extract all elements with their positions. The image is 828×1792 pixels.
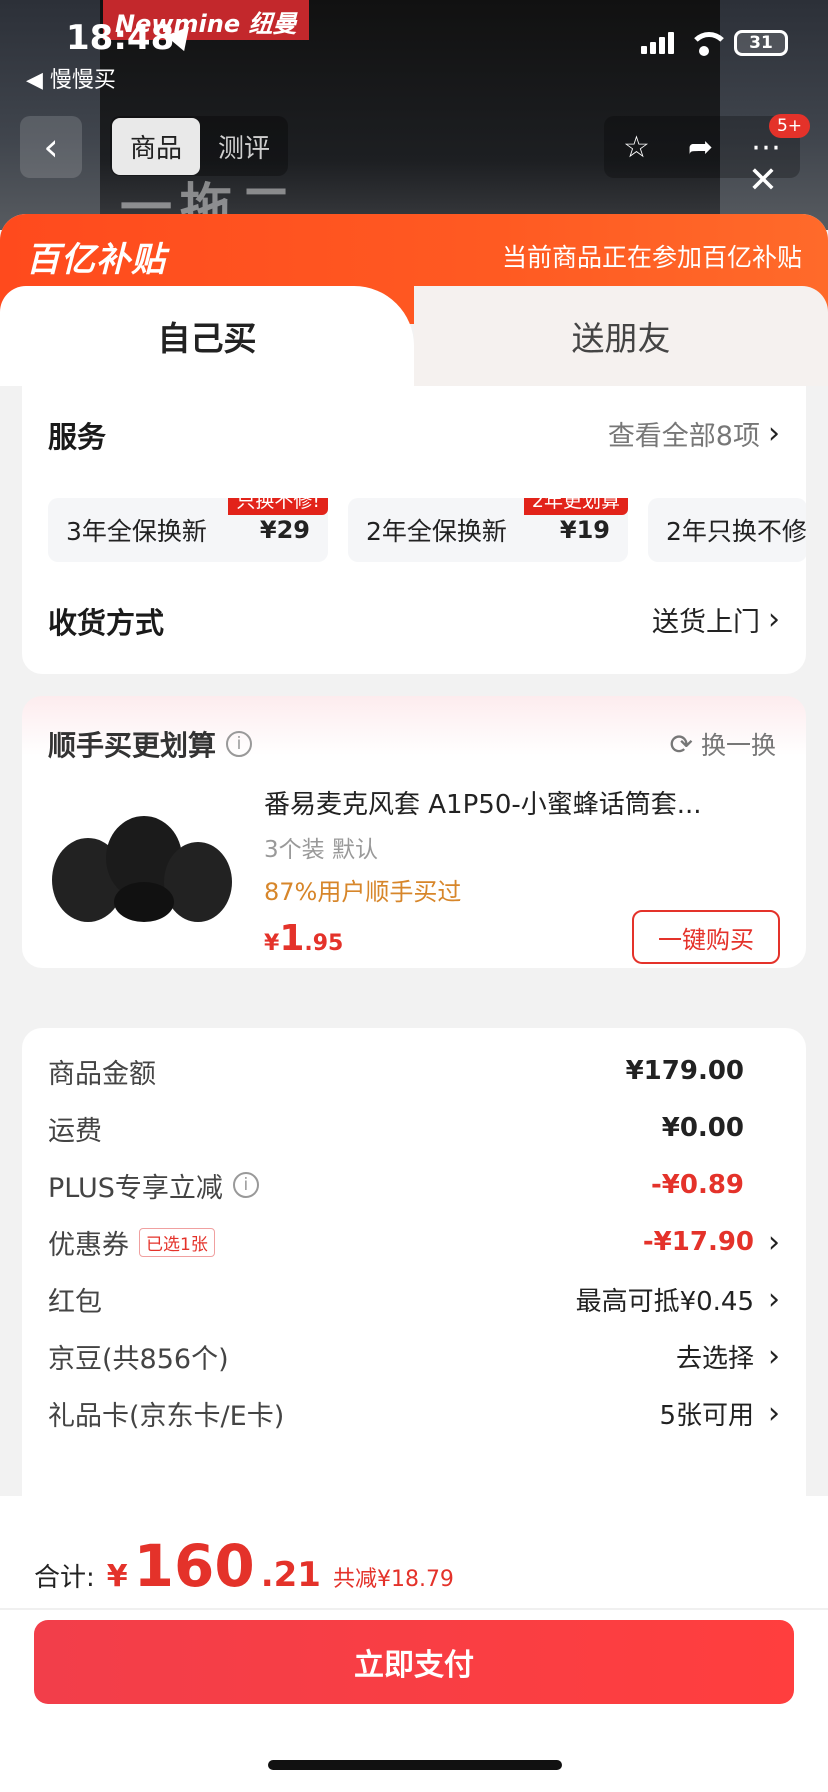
chevron-right-icon: › (768, 1281, 780, 1317)
order-total: 合计: ¥160.21 共减¥18.79 (34, 1532, 454, 1600)
cost-label: 京豆(共856个) (48, 1343, 229, 1375)
product-spec: 3个装 默认 (264, 837, 378, 863)
recommend-card: 顺手买更划算 i ⟳ 换一换 番易麦克风套 A1P50-小蜜蜂话筒套... 3个… (22, 696, 806, 968)
service-option[interactable]: 2年全保换新 ¥19 2年更划算 (348, 498, 628, 562)
cost-value: 5张可用 › (659, 1395, 780, 1431)
service-price: ¥19 (559, 516, 610, 544)
delivery-method-selector[interactable]: 送货上门 › (652, 600, 780, 639)
total-saving: 共减¥18.79 (332, 1567, 454, 1592)
cost-row-redpacket[interactable]: 红包 最高可抵¥0.45 › (48, 1276, 780, 1322)
tab-gift-friend[interactable]: 送朋友 (414, 286, 828, 386)
info-icon[interactable]: i (226, 731, 253, 757)
service-card: 服务 查看全部8项 › 3年全保换新 ¥29 只换不修! 2年全保换新 ¥19 … (22, 386, 806, 674)
product-name[interactable]: 番易麦克风套 A1P50-小蜜蜂话筒套... (264, 784, 784, 821)
price-currency: ¥ (264, 931, 280, 956)
social-proof: 87%用户顺手买过 (264, 878, 462, 906)
total-integer: 160 (133, 1532, 255, 1600)
wifi-icon (688, 32, 730, 56)
message-count-badge: 5+ (768, 114, 810, 138)
chevron-right-icon: › (768, 602, 780, 637)
divider (0, 1608, 828, 1610)
cost-row-coupon[interactable]: 优惠券 已选1张 -¥17.90 › (48, 1219, 780, 1265)
cost-value: -¥0.89 (650, 1170, 744, 1200)
service-name: 2年只换不修 (666, 517, 806, 546)
recommend-title: 顺手买更划算 i (48, 724, 253, 764)
mic-foam-image (52, 816, 232, 922)
back-to-app-link[interactable]: ◀ 慢慢买 (26, 62, 116, 94)
battery-icon: 31 (734, 30, 788, 56)
cost-row-giftcard[interactable]: 礼品卡(京东卡/E卡) 5张可用 › (48, 1390, 780, 1436)
cost-label: 优惠券 已选1张 (48, 1223, 215, 1262)
total-decimal: .21 (260, 1555, 321, 1595)
one-click-buy-button[interactable]: 一键购买 (632, 910, 780, 964)
total-label: 合计: (34, 1563, 95, 1593)
cost-row-plus: PLUS专享立减 i -¥0.89 (48, 1162, 780, 1208)
coupon-selected-badge: 已选1张 (139, 1227, 215, 1257)
chevron-left-icon: ‹ (43, 125, 59, 169)
cost-value: ¥0.00 (661, 1113, 744, 1143)
product-price: ¥1.95 (264, 918, 343, 959)
cost-row-goods: 商品金额 ¥179.00 (48, 1048, 780, 1094)
chevron-right-icon: › (768, 1395, 780, 1431)
cost-label: 红包 (48, 1286, 102, 1318)
cost-value: 最高可抵¥0.45 › (575, 1281, 780, 1317)
recommend-title-text: 顺手买更划算 (48, 729, 217, 762)
product-thumbnail[interactable] (48, 782, 236, 950)
service-tag: 只换不修! (228, 498, 328, 515)
back-button[interactable]: ‹ (20, 116, 82, 178)
product-header-backdrop: Newmine 纽曼 18:48 31 ◀ 慢慢买 ‹ 商品 测评 ☆ ➦ ⋯ … (0, 0, 828, 230)
view-all-services-link[interactable]: 查看全部8项 › (608, 414, 780, 453)
view-all-label: 查看全部8项 (607, 421, 760, 452)
service-title: 服务 (48, 420, 107, 454)
cost-summary-card: 商品金额 ¥179.00 运费 ¥0.00 PLUS专享立减 i -¥0.89 … (22, 1028, 806, 1528)
status-time: 18:48 (66, 18, 175, 58)
cost-value: -¥17.90 › (642, 1224, 780, 1260)
cost-row-jingdou[interactable]: 京豆(共856个) 去选择 › (48, 1333, 780, 1379)
pay-now-button[interactable]: 立即支付 (34, 1620, 794, 1704)
close-icon[interactable]: ✕ (748, 160, 778, 201)
chevron-right-icon: › (768, 1338, 780, 1374)
chevron-right-icon: › (768, 416, 780, 451)
refresh-icon: ⟳ (669, 727, 693, 761)
cost-label: 商品金额 (48, 1058, 156, 1090)
share-icon[interactable]: ➦ (688, 130, 713, 165)
price-decimal: .95 (304, 931, 344, 956)
checkout-bottom-bar: 合计: ¥160.21 共减¥18.79 立即支付 (0, 1496, 828, 1792)
cost-label: PLUS专享立减 i (48, 1166, 259, 1205)
service-options: 3年全保换新 ¥29 只换不修! 2年全保换新 ¥19 2年更划算 2年只换不修 (48, 498, 806, 562)
refresh-button[interactable]: ⟳ 换一换 (670, 726, 776, 762)
service-name: 3年全保换新 (66, 517, 207, 546)
tab-buy-for-self[interactable]: 自己买 (0, 286, 414, 386)
delivery-label: 收货方式 (48, 606, 165, 640)
cost-row-shipping: 运费 ¥0.00 (48, 1105, 780, 1151)
cost-label: 礼品卡(京东卡/E卡) (48, 1400, 285, 1432)
purchase-mode-tabs: 自己买 送朋友 (0, 286, 828, 386)
cost-value: 去选择 › (675, 1338, 780, 1374)
service-price: ¥29 (259, 516, 310, 544)
cost-value: ¥179.00 (625, 1056, 744, 1086)
service-name: 2年全保换新 (366, 517, 507, 546)
total-currency: ¥ (106, 1559, 128, 1594)
chevron-right-icon: › (768, 1224, 780, 1260)
delivery-value: 送货上门 (652, 607, 760, 638)
service-option[interactable]: 2年只换不修 (648, 498, 806, 562)
info-icon[interactable]: i (232, 1172, 259, 1198)
cost-label: 运费 (48, 1115, 102, 1147)
refresh-label: 换一换 (700, 731, 776, 760)
home-indicator (268, 1760, 562, 1770)
price-integer: 1 (279, 918, 305, 959)
service-option[interactable]: 3年全保换新 ¥29 只换不修! (48, 498, 328, 562)
service-tag: 2年更划算 (523, 498, 628, 515)
signal-icon (641, 32, 674, 54)
status-icons: 31 (641, 30, 788, 56)
star-icon[interactable]: ☆ (623, 130, 650, 165)
